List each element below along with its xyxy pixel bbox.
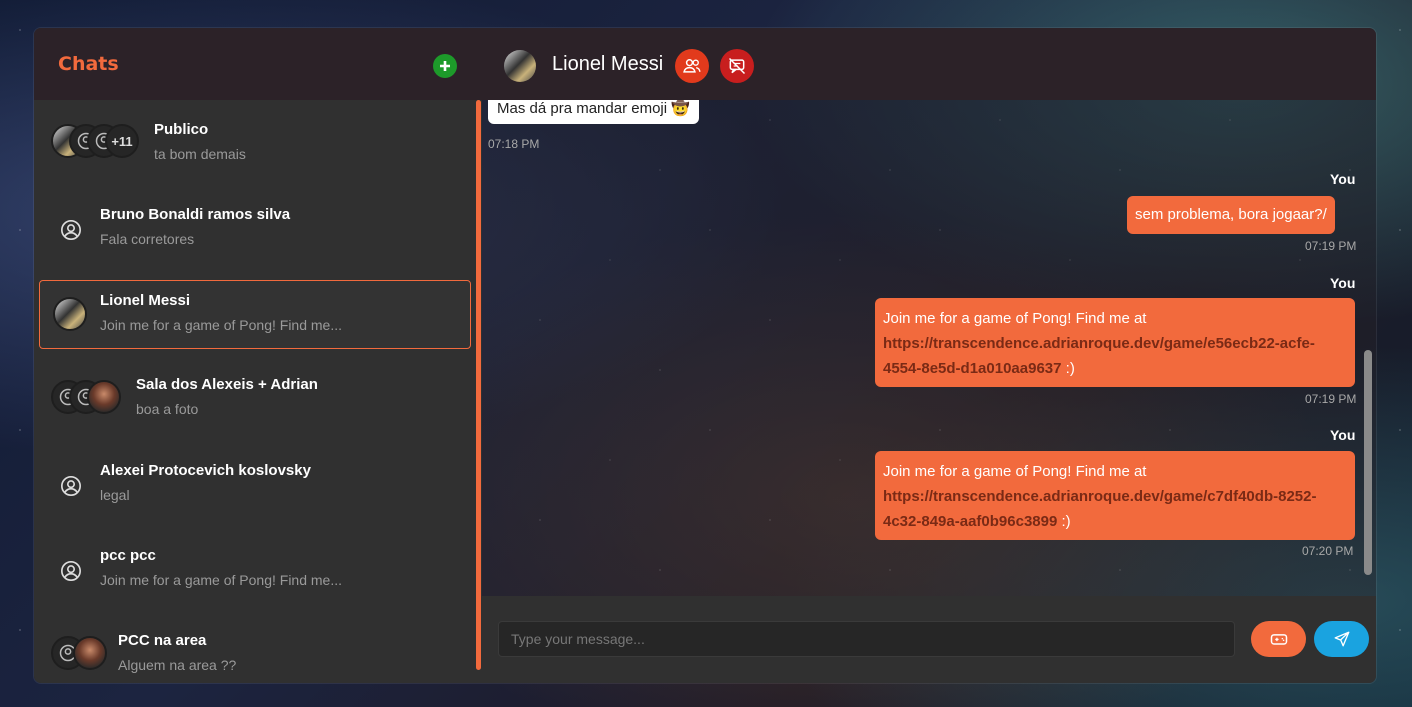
game-link[interactable]: https://transcendence.adrianroque.dev/ga… [883,335,1315,377]
send-icon [1334,631,1349,647]
chat-item-bruno[interactable]: Bruno Bonaldi ramos silva Fala corretore… [39,196,471,264]
message-author: You [1330,171,1356,187]
message-time: 07:20 PM [1302,544,1354,558]
game-link[interactable]: https://transcendence.adrianroque.dev/ga… [883,488,1316,530]
chat-preview: Join me for a game of Pong! Find me... [100,317,343,333]
block-chat-button[interactable] [720,49,754,83]
chat-name: Bruno Bonaldi ramos silva [100,206,291,223]
send-button[interactable] [1314,621,1369,657]
message-author: You [1330,275,1356,291]
member-count-badge: +11 [105,124,139,158]
chat-preview: Alguem na area ?? [118,657,237,673]
message-time: 07:19 PM [1305,392,1357,406]
messages-area[interactable]: Mas dá pra mandar emoji 🤠 07:18 PM You s… [482,100,1376,596]
chat-name: Sala dos Alexeis + Adrian [136,376,318,393]
avatar [73,636,107,670]
composer [482,596,1376,683]
chat-header: Lionel Messi [482,28,1376,100]
message-suffix: :) [1061,360,1075,377]
chat-item-lionel-messi[interactable]: Lionel Messi Join me for a game of Pong!… [39,280,471,349]
chat-item-alexei[interactable]: Alexei Protocevich koslovsky legal [39,452,471,520]
chat-list-scrollbar[interactable] [476,100,481,670]
messages-scrollbar[interactable] [1364,350,1372,575]
chat-preview: Fala corretores [100,231,195,247]
new-chat-button[interactable] [433,54,457,78]
invite-game-button[interactable] [1251,621,1306,657]
outgoing-message: Join me for a game of Pong! Find me at h… [875,451,1355,540]
message-input[interactable] [498,621,1235,657]
chat-preview: boa a foto [136,401,199,417]
message-off-icon [728,57,746,75]
chat-preview: legal [100,487,130,503]
chat-item-pcc-pcc[interactable]: pcc pcc Join me for a game of Pong! Find… [39,537,471,605]
sidebar-header: Chats [34,28,482,100]
avatar [53,297,87,331]
chat-name: Alexei Protocevich koslovsky [100,462,311,479]
message-text: sem problema, bora jogaar?/ [1135,206,1327,223]
chat-name: PCC na area [118,632,207,649]
chat-preview: Join me for a game of Pong! Find me... [100,572,343,588]
plus-icon [440,61,450,71]
chat-name: Publico [154,121,209,138]
user-circle-icon [61,476,81,496]
chat-preview: ta bom demais [154,146,246,162]
message-author: You [1330,427,1356,443]
members-button[interactable] [675,49,709,83]
chat-item-pcc-na-area[interactable]: PCC na area Alguem na area ?? [39,622,471,683]
outgoing-message: Join me for a game of Pong! Find me at h… [875,298,1355,387]
chat-name: Lionel Messi [100,292,191,309]
user-circle-icon [61,561,81,581]
chat-name: pcc pcc [100,547,156,564]
incoming-message: Mas dá pra mandar emoji 🤠 [488,100,699,124]
chat-app: Chats +11 Publico ta bom demais Bruno Bo… [33,27,1377,684]
contact-name: Lionel Messi [552,53,664,75]
gamepad-icon [1270,634,1287,645]
chat-item-publico[interactable]: +11 Publico ta bom demais [39,110,471,178]
message-time: 07:19 PM [1305,239,1357,253]
contact-avatar [504,50,536,82]
sidebar-title: Chats [58,53,119,75]
user-circle-icon [61,220,81,240]
message-text: Join me for a game of Pong! Find me at [883,310,1147,327]
message-suffix: :) [1057,513,1071,530]
avatar [87,380,121,414]
chat-item-sala-dos-alexeis[interactable]: Sala dos Alexeis + Adrian boa a foto [39,366,471,434]
users-icon [683,59,701,73]
chat-list: +11 Publico ta bom demais Bruno Bonaldi … [34,100,474,683]
outgoing-message: sem problema, bora jogaar?/ [1127,196,1335,234]
sidebar: Chats +11 Publico ta bom demais Bruno Bo… [34,28,482,683]
message-time: 07:18 PM [488,137,540,151]
message-text: Join me for a game of Pong! Find me at [883,463,1147,480]
